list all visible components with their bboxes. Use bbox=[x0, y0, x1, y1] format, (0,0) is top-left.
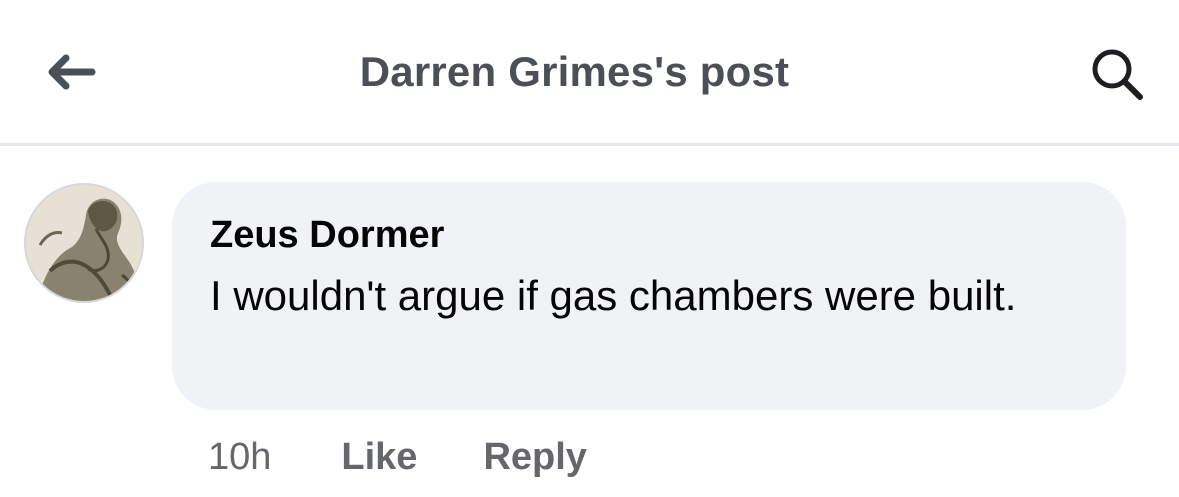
comment-timestamp[interactable]: 10h bbox=[208, 436, 271, 479]
page-title: Darren Grimes's post bbox=[359, 48, 790, 95]
search-icon bbox=[1092, 49, 1143, 100]
comment-actions: 10h Like Reply bbox=[208, 432, 653, 482]
comment-text: I wouldn't argue if gas chambers were bu… bbox=[210, 272, 1017, 319]
comment-author[interactable]: Zeus Dormer bbox=[210, 214, 444, 257]
search-button[interactable] bbox=[1084, 44, 1152, 104]
avatar[interactable] bbox=[24, 183, 144, 303]
avatar-image bbox=[26, 185, 142, 301]
top-bar: Darren Grimes's post bbox=[0, 0, 1179, 146]
reply-button[interactable]: Reply bbox=[483, 436, 586, 479]
comment-bubble: Zeus Dormer I wouldn't argue if gas cham… bbox=[172, 182, 1126, 410]
like-button[interactable]: Like bbox=[341, 436, 417, 479]
